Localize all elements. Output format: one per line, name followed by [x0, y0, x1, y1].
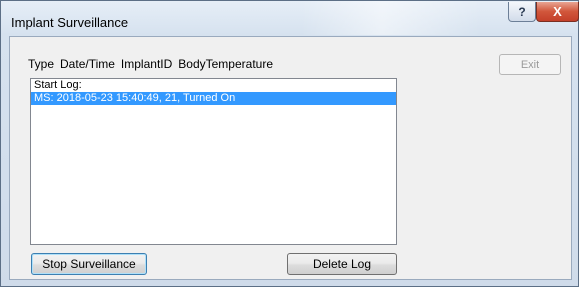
exit-button[interactable]: Exit: [499, 54, 561, 75]
log-list-item-selected[interactable]: MS: 2018-05-23 15:40:49, 21, Turned On: [31, 92, 396, 105]
column-header-type: Type: [28, 57, 55, 71]
title-bar-glass: [301, 1, 481, 35]
stop-surveillance-button[interactable]: Stop Surveillance: [31, 253, 147, 275]
log-listbox[interactable]: Start Log: MS: 2018-05-23 15:40:49, 21, …: [30, 78, 397, 245]
help-button[interactable]: ?: [508, 2, 536, 22]
dialog-window: Implant Surveillance ? X Type Date/Time …: [0, 0, 579, 287]
help-icon: ?: [518, 4, 526, 19]
column-header-datetime: Date/Time: [60, 57, 115, 71]
close-icon: X: [553, 4, 562, 19]
column-header-body-temperature: BodyTemperature: [178, 57, 273, 71]
column-header-implant-id: ImplantID: [120, 57, 173, 71]
window-title: Implant Surveillance: [11, 15, 129, 30]
close-button[interactable]: X: [536, 2, 579, 22]
log-list-item[interactable]: Start Log:: [31, 79, 396, 92]
delete-log-button[interactable]: Delete Log: [287, 253, 397, 275]
client-area: Type Date/Time ImplantID BodyTemperature…: [9, 36, 572, 280]
log-column-headers: Type Date/Time ImplantID BodyTemperature: [28, 57, 279, 71]
